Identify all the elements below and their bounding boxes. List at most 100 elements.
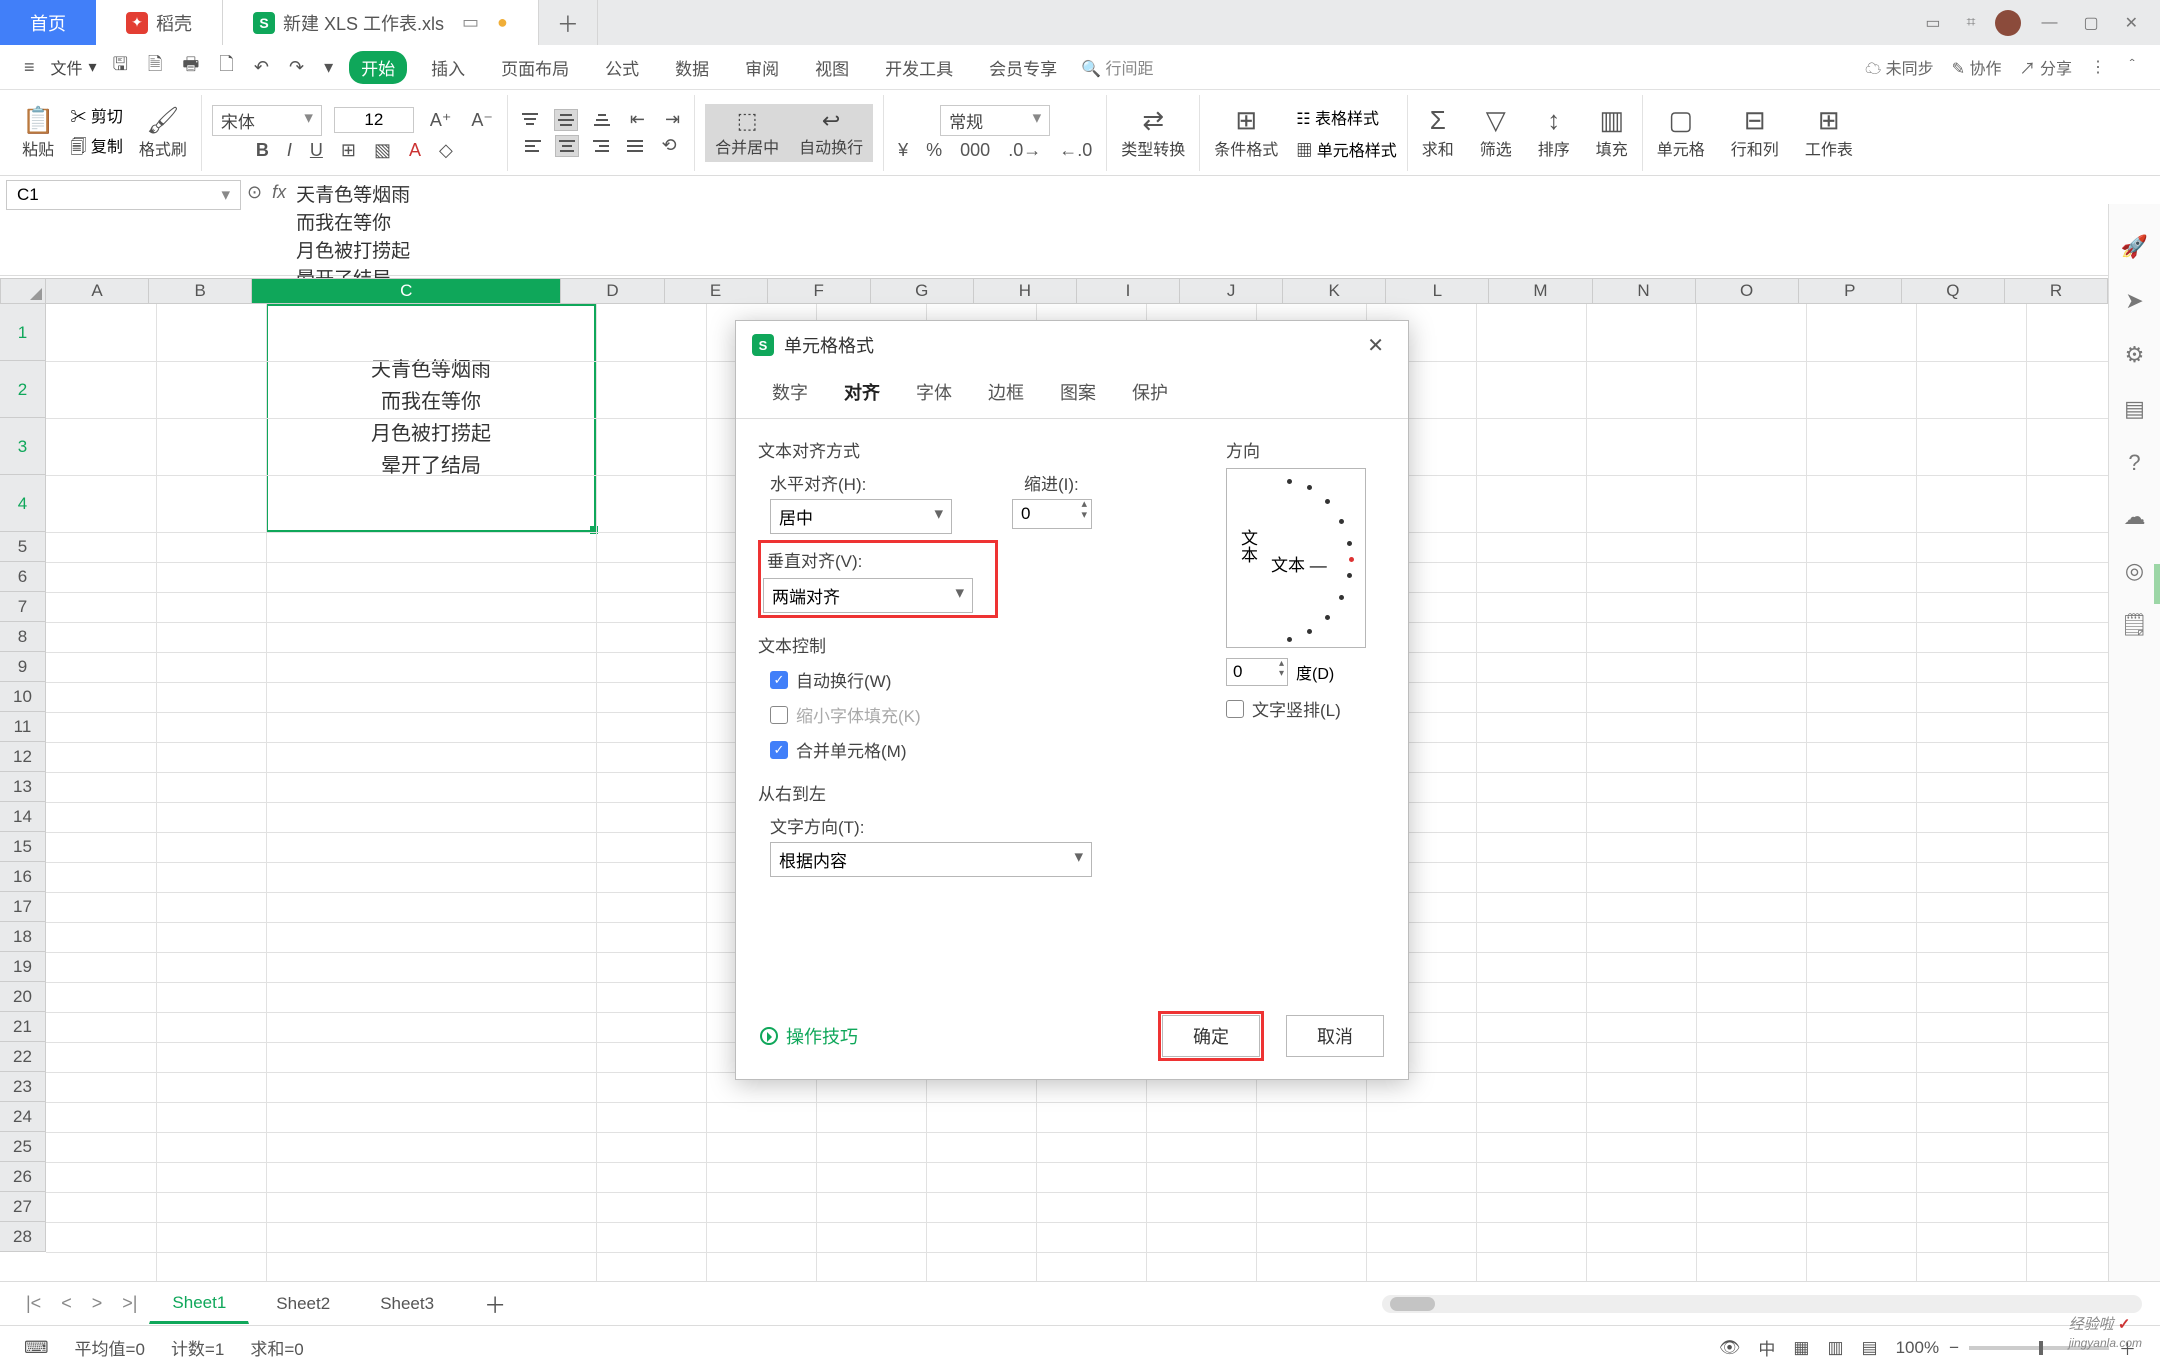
menu-review[interactable]: 审阅 [733,51,791,84]
row-19[interactable]: 19 [0,952,46,982]
col-C[interactable]: C [252,279,561,303]
merge-checkbox[interactable]: ✓合并单元格(M) [770,737,1186,762]
menu-layout[interactable]: 页面布局 [489,51,581,84]
wrap-checkbox[interactable]: ✓自动换行(W) [770,667,1186,692]
orientation-icon[interactable]: ⟲ [657,135,680,156]
status-mode-icon[interactable]: ⌨ [24,1338,49,1358]
align-justify-icon[interactable] [623,135,647,157]
row-9[interactable]: 9 [0,652,46,682]
location-icon[interactable]: ◎ [2125,558,2144,584]
collab-button[interactable]: ✎ 协作 [1952,55,2002,79]
font-name-select[interactable]: 宋体 [212,105,322,136]
menu-dd-icon[interactable]: ▾ [320,57,337,78]
row-4[interactable]: 4 [0,475,46,532]
inc-decimal-icon[interactable]: .0→ [1004,140,1045,161]
row-26[interactable]: 26 [0,1162,46,1192]
row-2[interactable]: 2 [0,361,46,418]
file-menu[interactable]: 文件▾ [51,55,97,79]
share-button[interactable]: ↗ 分享 [2020,55,2072,79]
col-L[interactable]: L [1386,279,1489,303]
cell-style-button[interactable]: ▦ 单元格样式 [1296,137,1396,161]
filter-button[interactable]: ▽筛选 [1476,105,1516,160]
align-top-icon[interactable] [518,109,542,131]
table-style-button[interactable]: ☷ 表格样式 [1296,105,1396,129]
tab-last-icon[interactable]: >| [114,1293,145,1314]
rocket-icon[interactable]: 🚀 [2121,234,2148,260]
decrease-font-icon[interactable]: A⁻ [467,110,497,131]
dtab-pattern[interactable]: 图案 [1042,369,1114,418]
currency-icon[interactable]: ¥ [894,140,912,161]
tab-prev-icon[interactable]: < [53,1293,80,1314]
select-all-corner[interactable] [0,278,46,304]
col-B[interactable]: B [149,279,252,303]
align-center-icon[interactable] [555,135,579,157]
italic-icon[interactable]: I [283,140,296,161]
align-left-icon[interactable] [521,135,545,157]
tab-daoke[interactable]: ✦ 稻壳 [96,0,223,45]
col-A[interactable]: A [46,279,149,303]
col-I[interactable]: I [1077,279,1180,303]
menu-dev[interactable]: 开发工具 [873,51,965,84]
font-color-icon[interactable]: A [405,140,425,161]
valign-select[interactable]: 两端对齐 [763,578,973,613]
name-box[interactable]: C1▾ [6,180,241,210]
hamburger-icon[interactable]: ≡ [20,57,39,78]
ok-button[interactable]: 确定 [1162,1015,1260,1057]
orientation-picker[interactable]: 文本 文本 — [1226,468,1366,648]
indent-increase-icon[interactable]: ⇥ [661,109,684,130]
sync-status[interactable]: ☁ 未同步 [1865,55,1933,79]
align-middle-icon[interactable] [554,109,578,131]
dialog-close-icon[interactable]: ✕ [1359,329,1392,362]
indent-decrease-icon[interactable]: ⇤ [626,109,649,130]
col-H[interactable]: H [974,279,1077,303]
col-F[interactable]: F [768,279,871,303]
row-22[interactable]: 22 [0,1042,46,1072]
increase-font-icon[interactable]: A⁺ [426,110,456,131]
rowcol-button[interactable]: ⊟行和列 [1727,105,1783,160]
menu-insert[interactable]: 插入 [419,51,477,84]
col-D[interactable]: D [561,279,664,303]
tab-menu-icon[interactable]: ▭ [462,12,479,33]
tab-next-icon[interactable]: > [84,1293,111,1314]
row-12[interactable]: 12 [0,742,46,772]
row-27[interactable]: 27 [0,1192,46,1222]
dtab-font[interactable]: 字体 [898,369,970,418]
undo-icon[interactable]: ↶ [250,57,273,78]
horizontal-scrollbar[interactable] [1382,1295,2142,1313]
tab-home[interactable]: 首页 [0,0,96,45]
row-7[interactable]: 7 [0,592,46,622]
cut-button[interactable]: ✂ 剪切 [70,103,122,127]
dtab-protect[interactable]: 保护 [1114,369,1186,418]
fill-button[interactable]: ▥填充 [1592,105,1632,160]
tab-add[interactable]: ＋ [539,0,598,45]
dialog-title-bar[interactable]: S 单元格格式 ✕ [736,321,1408,369]
cond-format-button[interactable]: ⊞条件格式 [1210,105,1282,160]
more-icon[interactable]: ⋮ [2090,57,2106,77]
menu-vip[interactable]: 会员专享 [977,51,1069,84]
menu-start[interactable]: 开始 [349,51,407,84]
direction-select[interactable]: 根据内容 [770,842,1092,877]
layout-rail-icon[interactable]: ▤ [2124,396,2145,422]
search-box[interactable]: 🔍 行间距 [1081,55,1153,79]
col-O[interactable]: O [1696,279,1799,303]
wrap-text-button[interactable]: ↩自动换行 [789,104,873,162]
minimize-icon[interactable]: — [2035,10,2063,36]
menu-formula[interactable]: 公式 [593,51,651,84]
row-5[interactable]: 5 [0,532,46,562]
row-11[interactable]: 11 [0,712,46,742]
sort-button[interactable]: ↕排序 [1534,105,1574,160]
help-icon[interactable]: ? [2128,450,2140,476]
col-R[interactable]: R [2005,279,2108,303]
maximize-icon[interactable]: ▢ [2077,9,2104,37]
dec-decimal-icon[interactable]: ←.0 [1055,140,1096,161]
clear-format-icon[interactable]: ◇ [435,140,457,161]
row-24[interactable]: 24 [0,1102,46,1132]
halign-select[interactable]: 居中 [770,499,952,534]
row-1[interactable]: 1 [0,304,46,361]
underline-icon[interactable]: U [306,140,327,161]
dtab-border[interactable]: 边框 [970,369,1042,418]
copy-button[interactable]: 🗐 复制 [70,133,122,163]
cells-button[interactable]: ▢单元格 [1653,105,1709,160]
row-15[interactable]: 15 [0,832,46,862]
col-N[interactable]: N [1593,279,1696,303]
